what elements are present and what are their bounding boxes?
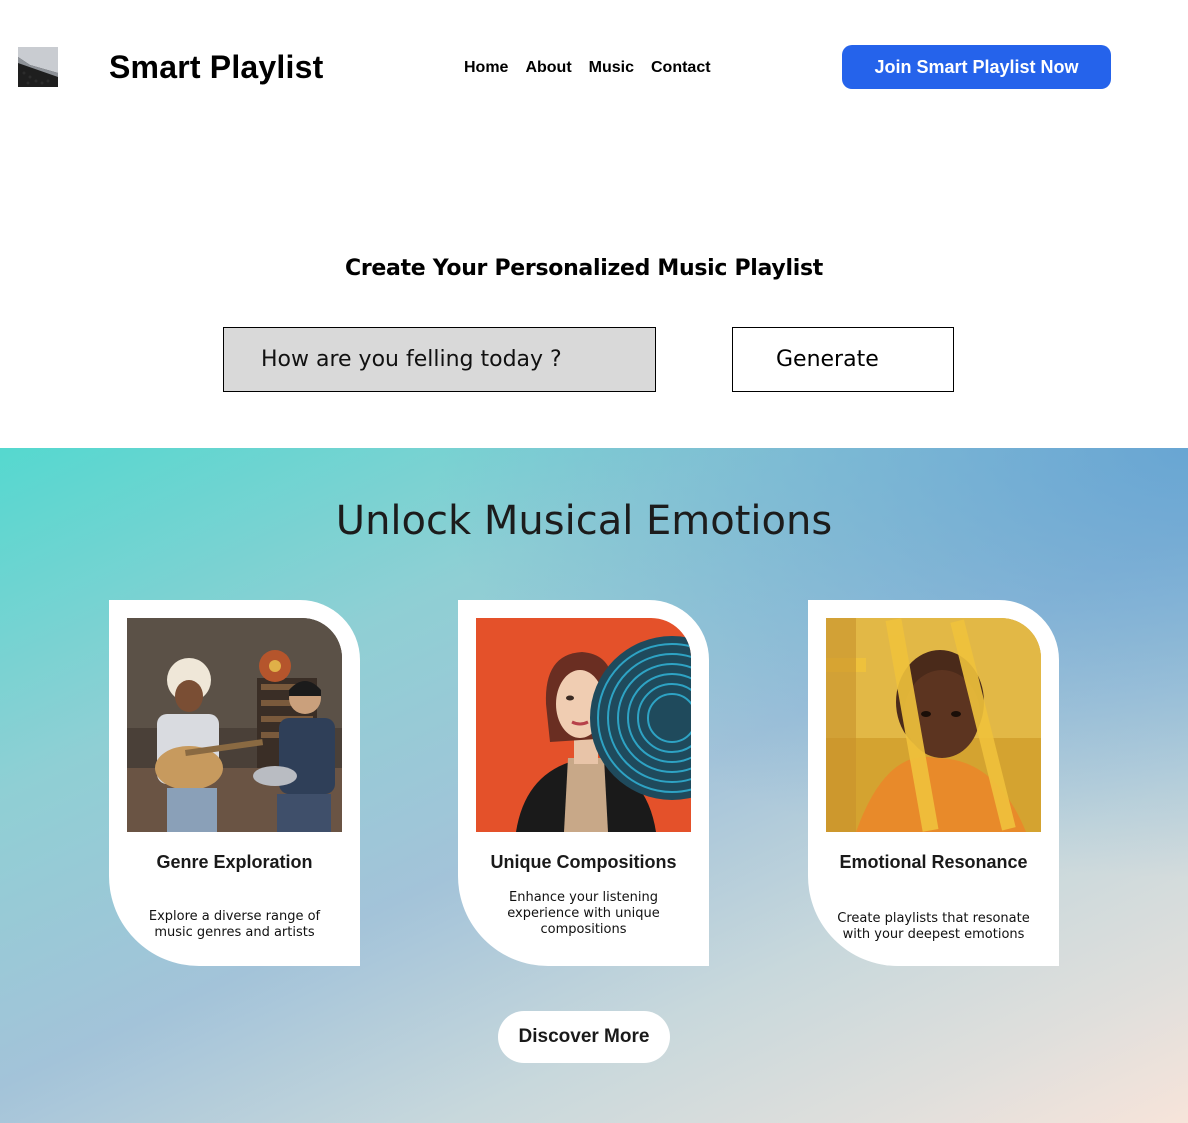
- card-title: Unique Compositions: [490, 852, 677, 872]
- feature-card-genre-exploration: Genre Exploration Explore a diverse rang…: [109, 600, 360, 966]
- nav-contact[interactable]: Contact: [651, 57, 711, 79]
- card-description: Create playlists that resonate with your…: [837, 911, 1030, 942]
- hero-title: Create Your Personalized Music Playlist: [345, 256, 823, 281]
- join-now-button[interactable]: Join Smart Playlist Now: [842, 45, 1111, 89]
- main-nav: Home About Music Contact: [464, 57, 711, 79]
- discover-more-button[interactable]: Discover More: [498, 1011, 670, 1063]
- card-description: Explore a diverse range of music genres …: [148, 909, 321, 940]
- musicians-photo: [127, 618, 342, 832]
- card-description: Enhance your listening experience with u…: [507, 890, 660, 937]
- mood-input[interactable]: [223, 327, 656, 392]
- logo-image: [18, 47, 58, 87]
- nav-about[interactable]: About: [525, 57, 571, 79]
- nav-music[interactable]: Music: [589, 57, 634, 79]
- woman-with-vinyl-photo: [476, 618, 691, 832]
- generate-button[interactable]: Generate: [732, 327, 954, 392]
- features-title: Unlock Musical Emotions: [335, 498, 833, 544]
- feature-card-emotional-resonance: Emotional Resonance Create playlists tha…: [808, 600, 1059, 966]
- nav-home[interactable]: Home: [464, 57, 508, 79]
- brand-title: Smart Playlist: [109, 49, 324, 85]
- card-title: Emotional Resonance: [839, 852, 1028, 872]
- child-portrait-photo: [826, 618, 1041, 832]
- card-title: Genre Exploration: [156, 852, 313, 872]
- features-section: Unlock Musical Emotions Genre Exploratio…: [0, 448, 1188, 1123]
- feature-card-unique-compositions: Unique Compositions Enhance your listeni…: [458, 600, 709, 966]
